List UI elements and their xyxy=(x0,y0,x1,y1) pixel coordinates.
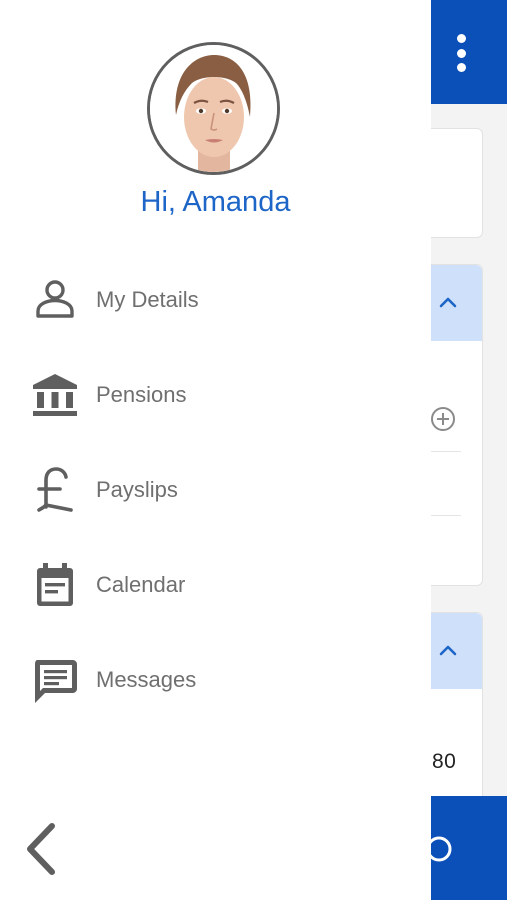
menu-item-label: Payslips xyxy=(96,477,178,502)
menu-item-label: Messages xyxy=(96,667,197,692)
menu-item-label: My Details xyxy=(96,287,199,312)
calendar-icon xyxy=(28,558,82,612)
chevron-up-icon[interactable] xyxy=(439,641,457,659)
menu-item-my-details[interactable]: My Details xyxy=(28,270,408,330)
back-button[interactable] xyxy=(22,820,62,878)
menu-item-label: Calendar xyxy=(96,572,186,597)
user-avatar[interactable] xyxy=(147,42,280,175)
message-icon xyxy=(28,653,82,707)
pound-icon xyxy=(28,463,82,517)
chevron-up-icon[interactable] xyxy=(439,293,457,311)
card-value: 80 xyxy=(432,750,457,773)
greeting-text: Hi, Amanda xyxy=(140,186,291,218)
bank-icon xyxy=(28,368,82,422)
add-circle-icon[interactable] xyxy=(429,405,457,433)
person-icon xyxy=(28,273,82,327)
menu-item-label: Pensions xyxy=(96,382,187,407)
navigation-drawer: Hi, Amanda My Details Pensions Payslips … xyxy=(0,0,431,900)
menu-item-pensions[interactable]: Pensions xyxy=(28,365,408,425)
menu-item-calendar[interactable]: Calendar xyxy=(28,555,408,615)
more-vert-icon[interactable] xyxy=(446,30,476,76)
chevron-left-icon xyxy=(27,823,55,875)
menu-item-messages[interactable]: Messages xyxy=(28,650,408,710)
menu-item-payslips[interactable]: Payslips xyxy=(28,460,408,520)
